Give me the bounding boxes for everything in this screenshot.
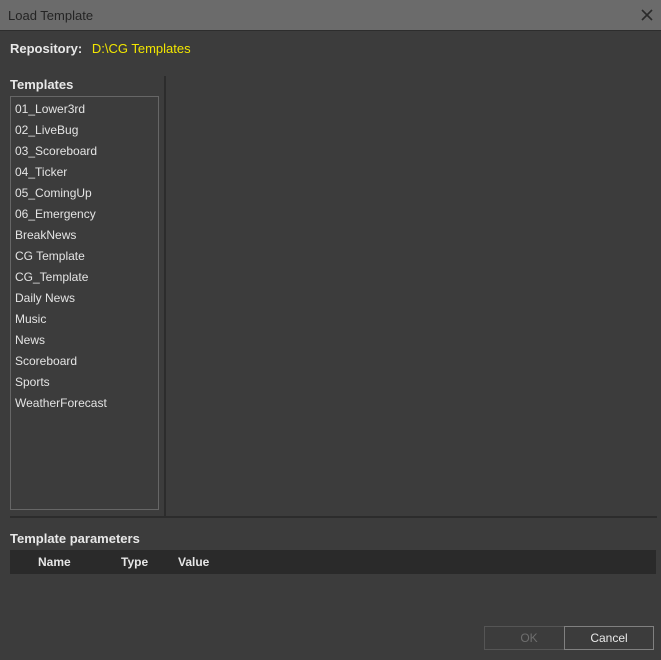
templates-heading: Templates — [10, 77, 74, 92]
column-header-name[interactable]: Name — [38, 555, 71, 569]
vertical-splitter[interactable] — [164, 76, 166, 516]
template-list-item[interactable]: Scoreboard — [11, 351, 158, 372]
load-template-dialog: Load Template Repository: D:\CG Template… — [0, 0, 661, 660]
template-list-item[interactable]: 05_ComingUp — [11, 183, 158, 204]
template-list-item[interactable]: WeatherForecast — [11, 393, 158, 414]
cancel-button[interactable]: Cancel — [564, 626, 654, 650]
parameters-table-header: Name Type Value — [10, 550, 656, 574]
template-list-item[interactable]: 06_Emergency — [11, 204, 158, 225]
repository-row: Repository: D:\CG Templates — [10, 41, 191, 56]
template-list-item[interactable]: 02_LiveBug — [11, 120, 158, 141]
close-icon[interactable] — [639, 7, 655, 23]
repository-label: Repository: — [10, 41, 83, 56]
parameters-heading: Template parameters — [10, 531, 140, 546]
template-list-item[interactable]: BreakNews — [11, 225, 158, 246]
column-header-type[interactable]: Type — [121, 555, 148, 569]
title-bar[interactable]: Load Template — [0, 0, 661, 31]
template-list-item[interactable]: CG_Template — [11, 267, 158, 288]
template-list-item[interactable]: 04_Ticker — [11, 162, 158, 183]
template-list-item[interactable]: 03_Scoreboard — [11, 141, 158, 162]
template-preview-area — [167, 76, 657, 516]
template-list-item[interactable]: Sports — [11, 372, 158, 393]
template-list-item[interactable]: Daily News — [11, 288, 158, 309]
template-list-item[interactable]: Music — [11, 309, 158, 330]
ok-button[interactable]: OK — [484, 626, 574, 650]
template-list[interactable]: 01_Lower3rd 02_LiveBug 03_Scoreboard 04_Tic… — [10, 96, 159, 510]
window-title: Load Template — [8, 8, 94, 23]
repository-path: D:\CG Templates — [91, 41, 191, 56]
column-header-value[interactable]: Value — [178, 555, 209, 569]
template-list-item[interactable]: 01_Lower3rd — [11, 99, 158, 120]
horizontal-splitter[interactable] — [10, 516, 657, 518]
template-list-item[interactable]: CG Template — [11, 246, 158, 267]
template-list-item[interactable]: News — [11, 330, 158, 351]
